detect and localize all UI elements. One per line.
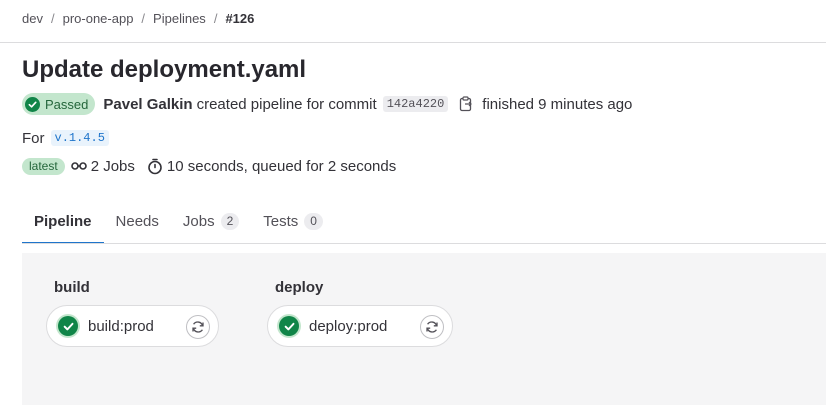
stage-title: deploy xyxy=(275,279,324,296)
retry-icon[interactable] xyxy=(420,315,444,339)
breadcrumb-item-pipelines[interactable]: Pipelines xyxy=(153,11,206,26)
pipeline-meta: Passed Pavel Galkin created pipeline for… xyxy=(22,93,632,115)
jobs-count: 2 Jobs xyxy=(70,157,135,175)
job-deploy-prod[interactable]: deploy:prod xyxy=(267,305,453,347)
jobs-text: 2 Jobs xyxy=(90,157,135,175)
copy-icon[interactable] xyxy=(458,95,474,113)
author-link[interactable]: Pavel Galkin xyxy=(103,96,192,113)
tab-pipeline[interactable]: Pipeline xyxy=(22,200,104,244)
breadcrumb-item-current[interactable]: #126 xyxy=(225,11,254,26)
breadcrumb-separator: / xyxy=(213,11,218,26)
tab-tests[interactable]: Tests 0 xyxy=(251,200,335,244)
breadcrumb-separator: / xyxy=(50,11,55,26)
job-name: build:prod xyxy=(88,317,154,335)
duration: 10 seconds, queued for 2 seconds xyxy=(147,158,396,175)
pipeline-icon xyxy=(70,160,91,172)
page-title: Update deployment.yaml xyxy=(22,56,307,83)
ref-row: For v.1.4.5 xyxy=(22,128,109,148)
stage-title: build xyxy=(54,279,90,296)
retry-icon[interactable] xyxy=(186,315,210,339)
status-label: Passed xyxy=(45,96,89,112)
tab-label: Jobs xyxy=(182,212,215,230)
for-label: For xyxy=(22,129,45,147)
pipeline-info: latest 2 Jobs 10 seconds, queued for 2 s… xyxy=(22,156,396,176)
tab-label: Tests xyxy=(263,212,299,230)
header-divider xyxy=(0,42,826,43)
check-circle-icon xyxy=(25,96,40,112)
created-text: created pipeline for commit xyxy=(196,95,377,113)
pipeline-tabs: Pipeline Needs Jobs 2 Tests 0 xyxy=(22,200,335,244)
breadcrumb-item-project[interactable]: pro-one-app xyxy=(63,11,134,26)
check-circle-icon xyxy=(58,316,78,336)
breadcrumb-item-dev[interactable]: dev xyxy=(22,11,43,26)
tab-jobs[interactable]: Jobs 2 xyxy=(171,200,251,244)
tab-label: Needs xyxy=(115,212,159,230)
ref-link[interactable]: v.1.4.5 xyxy=(50,130,109,146)
tab-count-badge: 2 xyxy=(220,212,240,230)
tab-label: Pipeline xyxy=(34,212,92,230)
duration-text: 10 seconds, queued for 2 seconds xyxy=(166,157,397,175)
pipeline-graph: build build:prod deploy deploy:prod xyxy=(22,253,826,405)
job-build-prod[interactable]: build:prod xyxy=(46,305,219,347)
breadcrumb-separator: / xyxy=(141,11,146,26)
tab-needs[interactable]: Needs xyxy=(104,200,171,244)
timer-icon xyxy=(147,158,167,175)
commit-sha-link[interactable]: 142a4220 xyxy=(382,96,449,112)
breadcrumb: dev / pro-one-app / Pipelines / #126 xyxy=(22,11,254,26)
tab-count-badge: 0 xyxy=(304,212,323,230)
check-circle-icon xyxy=(279,316,299,336)
job-name: deploy:prod xyxy=(309,317,388,335)
status-badge[interactable]: Passed xyxy=(22,93,96,115)
latest-badge: latest xyxy=(22,157,65,175)
tabs-divider xyxy=(22,243,826,244)
finished-text: finished 9 minutes ago xyxy=(482,95,633,113)
